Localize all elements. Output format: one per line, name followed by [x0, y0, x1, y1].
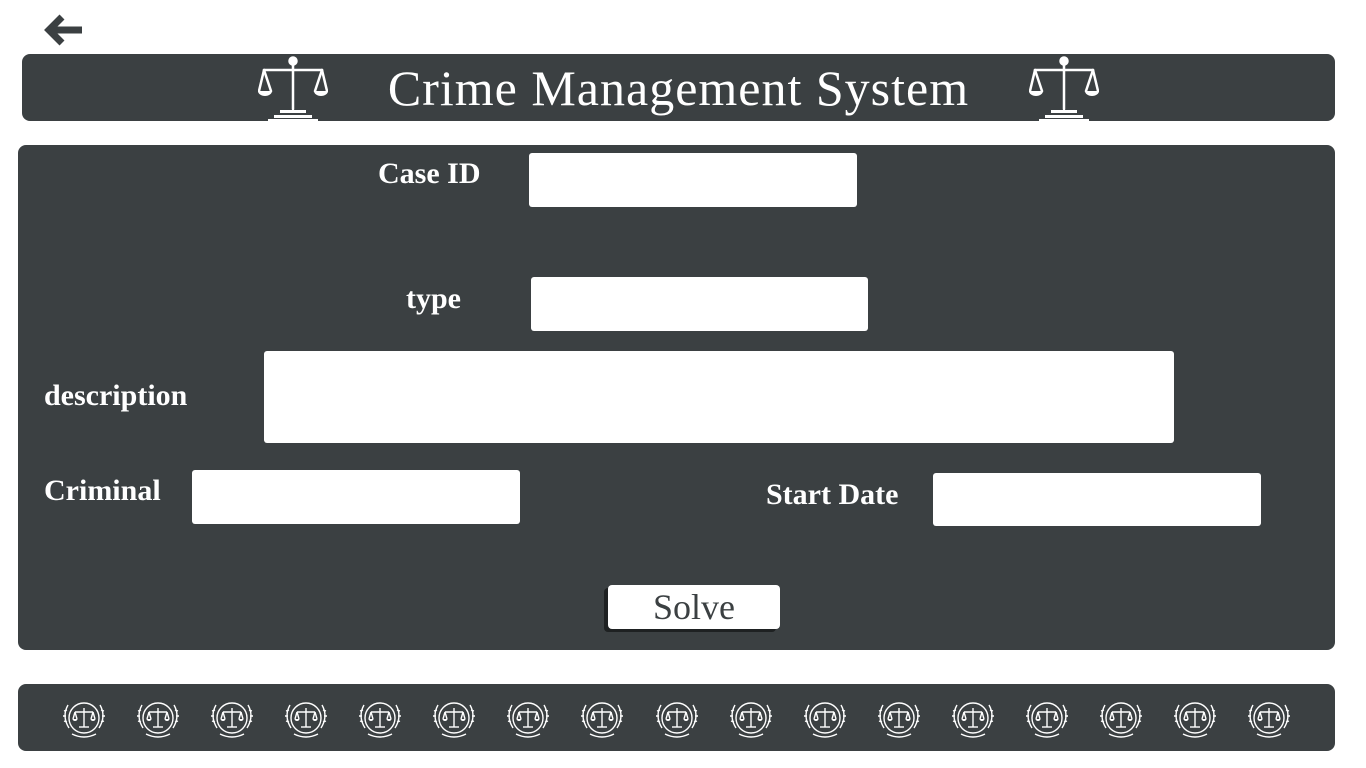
justice-emblem-icon: [208, 694, 256, 742]
justice-emblem-icon: [727, 694, 775, 742]
justice-emblem-icon: [578, 694, 626, 742]
type-label: type: [406, 282, 461, 315]
description-input[interactable]: [264, 351, 1174, 443]
justice-emblem-icon: [430, 694, 478, 742]
justice-emblem-icon: [1023, 694, 1071, 742]
start-date-input[interactable]: [933, 473, 1261, 526]
justice-emblem-icon: [875, 694, 923, 742]
footer-emblem-bar: [18, 684, 1335, 751]
start-date-label: Start Date: [766, 478, 899, 511]
justice-emblem-icon: [1245, 694, 1293, 742]
justice-emblem-icon: [504, 694, 552, 742]
case-id-label: Case ID: [378, 157, 481, 190]
justice-emblem-icon: [653, 694, 701, 742]
description-label: description: [44, 379, 188, 412]
case-id-input[interactable]: [529, 153, 857, 207]
criminal-input[interactable]: [192, 470, 520, 524]
justice-emblem-icon: [1097, 694, 1145, 742]
justice-emblem-icon: [949, 694, 997, 742]
app-title: Crime Management System: [387, 59, 970, 116]
justice-emblem-icon: [1171, 694, 1219, 742]
justice-emblem-icon: [801, 694, 849, 742]
type-input[interactable]: [531, 277, 868, 331]
justice-emblem-icon: [282, 694, 330, 742]
arrow-left-icon: [44, 14, 82, 46]
case-form: Case ID type description Criminal Start …: [18, 145, 1335, 650]
justice-emblem-icon: [356, 694, 404, 742]
solve-button[interactable]: Solve: [608, 585, 780, 629]
justice-emblem-icon: [60, 694, 108, 742]
back-button[interactable]: [40, 10, 88, 50]
scale-icon: [258, 55, 328, 121]
justice-emblem-icon: [134, 694, 182, 742]
app-header: Crime Management System: [22, 54, 1335, 121]
criminal-label: Criminal: [44, 474, 161, 507]
scale-icon: [1029, 55, 1099, 121]
